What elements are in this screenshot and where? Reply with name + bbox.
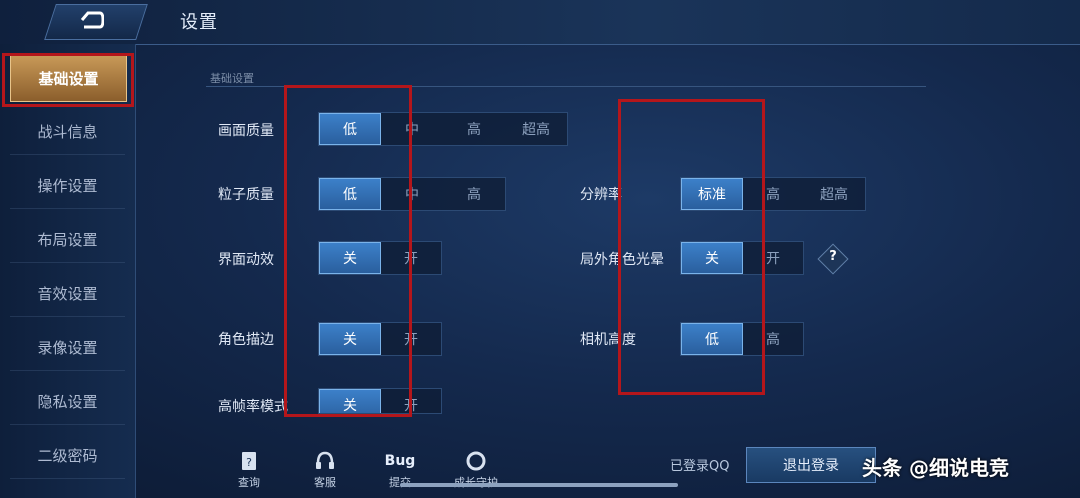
highlight-box-sidebar [2,53,134,107]
image-quality-ultra[interactable]: 超高 [505,113,567,145]
sidebar: 基础设置 战斗信息 操作设置 布局设置 音效设置 录像设置 隐私设置 二级密码 [0,44,136,498]
query-button[interactable]: ? 查询 [219,450,279,490]
support-button[interactable]: 客服 [295,450,355,490]
svg-text:?: ? [246,456,252,469]
top-bar: 设置 [0,0,1080,45]
sidebar-item-password[interactable]: 二级密码 [10,432,125,479]
bug-icon: Bug [384,453,416,469]
back-arrow-icon [80,11,104,29]
particle-quality-high[interactable]: 高 [443,178,505,210]
image-quality-label: 画面质量 [218,123,274,139]
sidebar-item-layout[interactable]: 布局设置 [10,216,125,263]
highlight-box-left-column [284,85,412,417]
particle-quality-label: 粒子质量 [218,187,274,203]
sidebar-item-sound[interactable]: 音效设置 [10,270,125,317]
help-icon-glyph: ? [829,249,837,264]
ui-animation-label: 界面动效 [218,252,274,268]
resolution-label: 分辨率 [580,187,622,203]
highlight-box-right-column [618,99,765,395]
section-title: 基础设置 [210,72,254,85]
sidebar-item-battle-info[interactable]: 战斗信息 [10,108,125,155]
page-title: 设置 [180,12,218,33]
scrollbar[interactable] [400,483,678,487]
image-quality-high[interactable]: 高 [443,113,505,145]
sidebar-item-recording[interactable]: 录像设置 [10,324,125,371]
sidebar-item-privacy[interactable]: 隐私设置 [10,378,125,425]
login-status: 已登录QQ [670,459,730,474]
character-outline-label: 角色描边 [218,332,274,348]
watermark: 头条 @细说电竞 [862,456,1009,480]
resolution-ultra[interactable]: 超高 [803,178,865,210]
headset-icon [316,451,334,469]
sidebar-item-controls[interactable]: 操作设置 [10,162,125,209]
logout-button[interactable]: 退出登录 [746,447,876,483]
high-fps-label: 高帧率模式 [218,399,288,415]
ring-icon [466,451,486,471]
book-icon: ? [242,452,256,470]
